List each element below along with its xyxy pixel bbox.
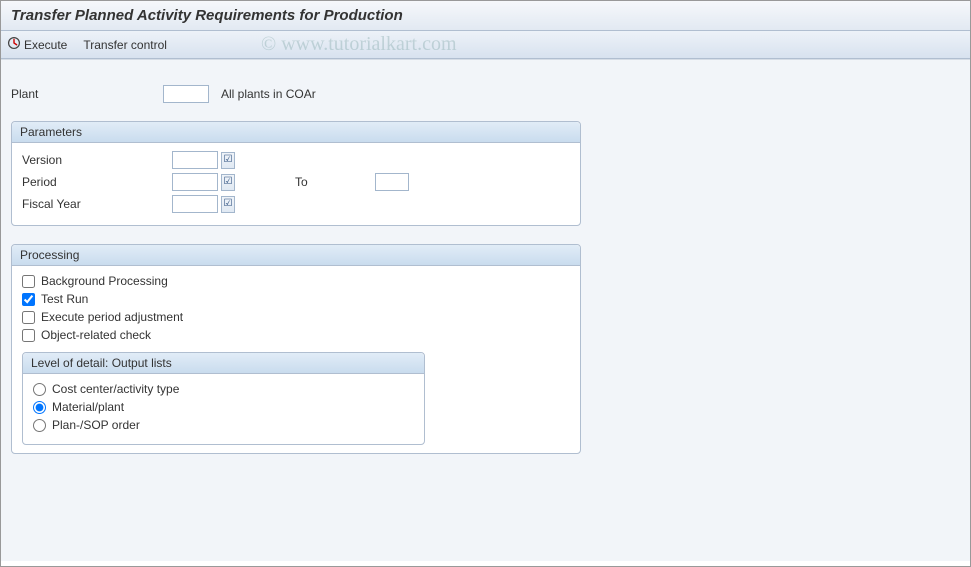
- version-label: Version: [22, 153, 172, 167]
- radio-plan-sop-input[interactable]: [33, 419, 46, 432]
- radio-material-plant[interactable]: Material/plant: [33, 400, 414, 414]
- radio-material-plant-input[interactable]: [33, 401, 46, 414]
- execute-period-label: Execute period adjustment: [41, 310, 183, 324]
- plant-after-label: All plants in COAr: [221, 87, 316, 101]
- required-icon: ☑: [221, 174, 235, 191]
- fiscal-year-label: Fiscal Year: [22, 197, 172, 211]
- to-label: To: [295, 175, 375, 189]
- radio-plan-sop[interactable]: Plan-/SOP order: [33, 418, 414, 432]
- main-area: Plant All plants in COAr Parameters Vers…: [1, 59, 970, 561]
- background-processing-label: Background Processing: [41, 274, 168, 288]
- object-check-input[interactable]: [22, 329, 35, 342]
- execute-period-checkbox[interactable]: Execute period adjustment: [22, 310, 570, 324]
- radio-cost-center-label: Cost center/activity type: [52, 382, 179, 396]
- background-processing-input[interactable]: [22, 275, 35, 288]
- required-icon: ☑: [221, 196, 235, 213]
- plant-row: Plant All plants in COAr: [11, 85, 960, 103]
- parameters-title: Parameters: [12, 122, 580, 143]
- required-icon: ☑: [221, 152, 235, 169]
- processing-group: Processing Background Processing Test Ru…: [11, 244, 581, 454]
- radio-material-plant-label: Material/plant: [52, 400, 124, 414]
- execute-label: Execute: [24, 38, 67, 52]
- radio-plan-sop-label: Plan-/SOP order: [52, 418, 140, 432]
- parameters-group: Parameters Version ☑ Period ☑ To Fiscal …: [11, 121, 581, 226]
- page-title: Transfer Planned Activity Requirements f…: [1, 1, 970, 31]
- radio-cost-center[interactable]: Cost center/activity type: [33, 382, 414, 396]
- background-processing-checkbox[interactable]: Background Processing: [22, 274, 570, 288]
- toolbar: Execute Transfer control: [1, 31, 970, 59]
- level-of-detail-group: Level of detail: Output lists Cost cente…: [22, 352, 425, 445]
- object-check-label: Object-related check: [41, 328, 151, 342]
- test-run-input[interactable]: [22, 293, 35, 306]
- period-to-input[interactable]: [375, 173, 409, 191]
- version-input[interactable]: [172, 151, 218, 169]
- test-run-label: Test Run: [41, 292, 88, 306]
- level-of-detail-title: Level of detail: Output lists: [23, 353, 424, 374]
- test-run-checkbox[interactable]: Test Run: [22, 292, 570, 306]
- clock-execute-icon: [7, 36, 21, 53]
- execute-period-input[interactable]: [22, 311, 35, 324]
- radio-cost-center-input[interactable]: [33, 383, 46, 396]
- object-check-checkbox[interactable]: Object-related check: [22, 328, 570, 342]
- transfer-control-label: Transfer control: [83, 38, 167, 52]
- execute-button[interactable]: Execute: [7, 36, 67, 53]
- processing-title: Processing: [12, 245, 580, 266]
- period-input[interactable]: [172, 173, 218, 191]
- transfer-control-button[interactable]: Transfer control: [83, 38, 167, 52]
- plant-input[interactable]: [163, 85, 209, 103]
- plant-label: Plant: [11, 87, 163, 101]
- period-label: Period: [22, 175, 172, 189]
- fiscal-year-input[interactable]: [172, 195, 218, 213]
